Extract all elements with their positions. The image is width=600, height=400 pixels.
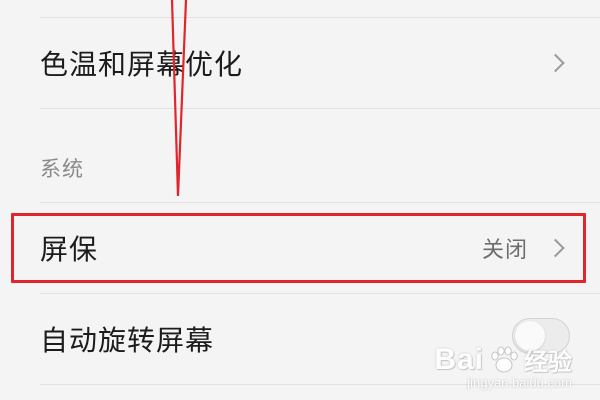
annotation-arrow-icon (170, 0, 188, 197)
paw-icon (491, 346, 518, 372)
settings-screen: 色温和屏幕优化 系统 屏保 关闭 自动旋转屏幕 Bai 经验 jingyan.b… (0, 0, 600, 400)
watermark-brand: Bai (434, 342, 484, 376)
watermark-suffix: 经验 (524, 348, 572, 376)
watermark-url: jingyan.baidu.com (467, 375, 572, 390)
watermark: Bai 经验 jingyan.baidu.com (434, 342, 572, 391)
